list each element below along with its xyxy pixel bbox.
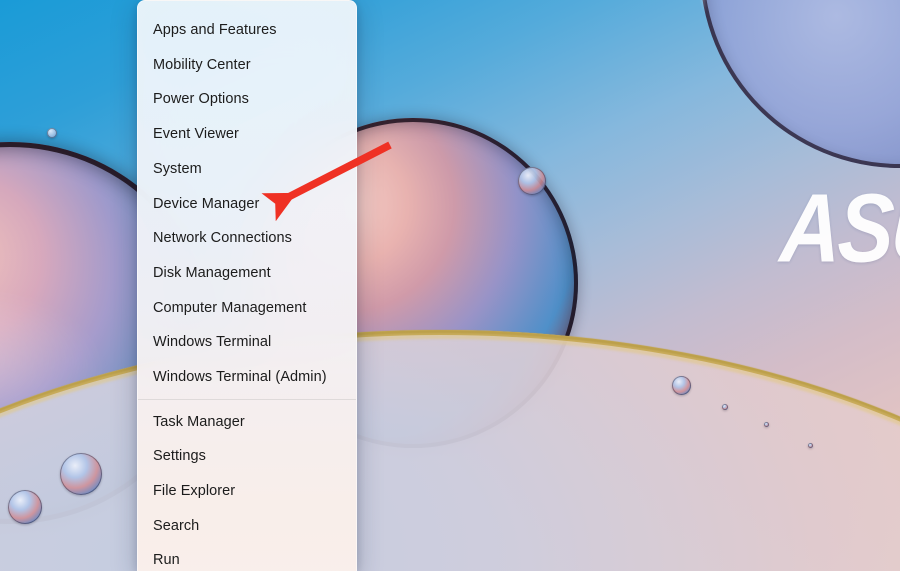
water-droplet — [47, 128, 57, 138]
menu-item-label: File Explorer — [153, 483, 236, 500]
water-droplet — [518, 167, 546, 195]
menu-item-file-explorer[interactable]: File Explorer — [138, 474, 356, 509]
menu-item-label: Disk Management — [153, 264, 271, 281]
menu-item-system[interactable]: System — [138, 152, 356, 187]
water-droplet — [722, 404, 728, 410]
water-droplet — [808, 443, 813, 448]
menu-item-task-manager[interactable]: Task Manager — [138, 405, 356, 440]
winx-menu-content: Apps and Features Mobility Center Power Op… — [138, 1, 356, 571]
menu-item-search[interactable]: Search — [138, 509, 356, 544]
water-droplet — [60, 453, 102, 495]
menu-item-label: Device Manager — [153, 195, 260, 212]
menu-item-mobility-center[interactable]: Mobility Center — [138, 48, 356, 83]
winx-quick-link-menu[interactable]: Apps and Features Mobility Center Power Op… — [137, 0, 357, 571]
menu-item-label: Mobility Center — [153, 56, 251, 73]
asus-brand-logo: ASUS — [778, 173, 900, 283]
bubble-bottom-gold-rim — [0, 330, 900, 571]
menu-item-event-viewer[interactable]: Event Viewer — [138, 117, 356, 152]
menu-item-label: Power Options — [153, 91, 249, 108]
water-droplet — [764, 422, 769, 427]
menu-item-label: Settings — [153, 448, 206, 465]
menu-item-windows-terminal-admin[interactable]: Windows Terminal (Admin) — [138, 360, 356, 395]
menu-item-label: Search — [153, 517, 200, 534]
menu-item-run[interactable]: Run — [138, 543, 356, 571]
menu-item-apps-and-features[interactable]: Apps and Features — [138, 13, 356, 48]
menu-item-power-options[interactable]: Power Options — [138, 82, 356, 117]
water-droplet — [672, 376, 691, 395]
menu-item-label: Apps and Features — [153, 22, 277, 39]
menu-item-label: Task Manager — [153, 413, 245, 430]
menu-item-label: Run — [153, 552, 180, 569]
menu-separator — [138, 399, 356, 401]
menu-item-device-manager[interactable]: Device Manager — [138, 186, 356, 221]
screen: ASUS Apps and Features Mobility Center Pow… — [0, 0, 900, 571]
menu-item-label: Windows Terminal (Admin) — [153, 368, 327, 385]
desktop-wallpaper: ASUS — [0, 0, 900, 571]
menu-item-windows-terminal[interactable]: Windows Terminal — [138, 325, 356, 360]
water-droplet — [8, 490, 42, 524]
menu-item-label: System — [153, 160, 202, 177]
bubble-top-right-highlight — [700, 0, 900, 168]
menu-item-label: Computer Management — [153, 299, 307, 316]
menu-item-label: Event Viewer — [153, 126, 239, 143]
menu-group-2: Task Manager Settings File Explorer Search R… — [138, 405, 356, 571]
menu-group-1: Apps and Features Mobility Center Power Op… — [138, 13, 356, 395]
menu-top-padding — [138, 1, 356, 13]
menu-item-computer-management[interactable]: Computer Management — [138, 291, 356, 326]
menu-item-settings[interactable]: Settings — [138, 439, 356, 474]
menu-item-disk-management[interactable]: Disk Management — [138, 256, 356, 291]
menu-item-label: Windows Terminal — [153, 334, 272, 351]
menu-item-label: Network Connections — [153, 230, 292, 247]
menu-item-network-connections[interactable]: Network Connections — [138, 221, 356, 256]
